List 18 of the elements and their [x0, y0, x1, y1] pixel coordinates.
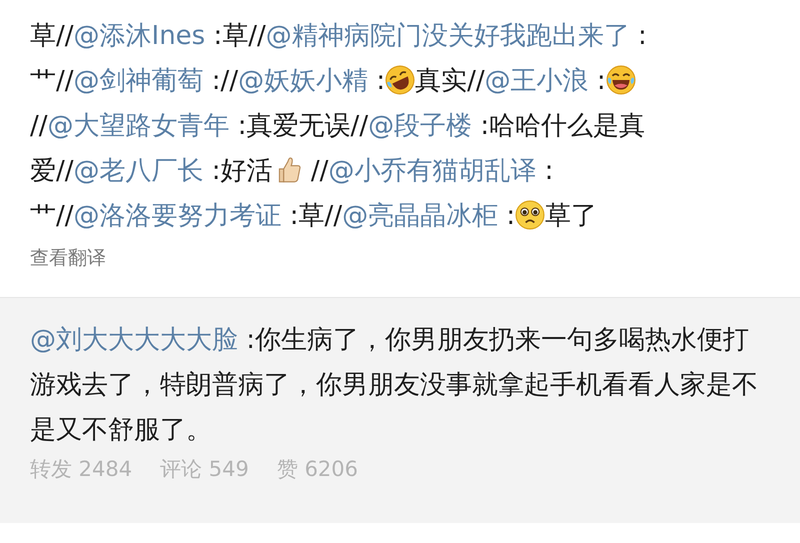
mention-link[interactable]: @精神病院门没关好我跑出来了: [266, 21, 630, 51]
mention-link[interactable]: @大望路女青年: [48, 111, 230, 141]
laughing-emoji-icon: [385, 65, 416, 95]
mention-link[interactable]: @妖妖小精: [238, 66, 368, 96]
pleading-emoji-icon: [515, 200, 546, 230]
mention-link[interactable]: @老八厂长: [74, 156, 204, 186]
comment-text: 草//@添沐Ines :草//@精神病院门没关好我跑出来了 :艹//@剑神葡萄 ://@妖妖小精 : 真实//@王小浪 : //@大望路女青年 :真爱无误//@段子楼 :哈哈什么是真爱//@老八厂长 :好活 //@小乔有猫胡乱译 :艹//@洛洛要努力考证 :草//@亮晶晶冰柜 : 草了: [30, 20, 648, 233]
mention-link[interactable]: @小乔有猫胡乱译: [328, 156, 536, 186]
mention-link[interactable]: @添沐Ines: [74, 21, 206, 51]
laughing-emoji-icon: [606, 65, 636, 95]
translate-link[interactable]: 查看翻译: [30, 245, 106, 271]
mention-link[interactable]: @剑神葡萄: [74, 66, 204, 96]
mention-link[interactable]: @刘大大大大大脸: [30, 325, 238, 355]
mention-link[interactable]: @洛洛要努力考证: [74, 201, 282, 231]
post-text: @刘大大大大大脸 :你生病了，你男朋友扔来一句多喝热水便打游戏去了，特朗普病了，你男朋友没事就拿起手机看看人家是不是又不舒服了。: [30, 324, 759, 447]
mention-link[interactable]: @王小浪: [484, 66, 589, 96]
mention-link[interactable]: @段子楼: [368, 111, 472, 141]
mention-link[interactable]: @亮晶晶冰柜: [342, 201, 498, 231]
